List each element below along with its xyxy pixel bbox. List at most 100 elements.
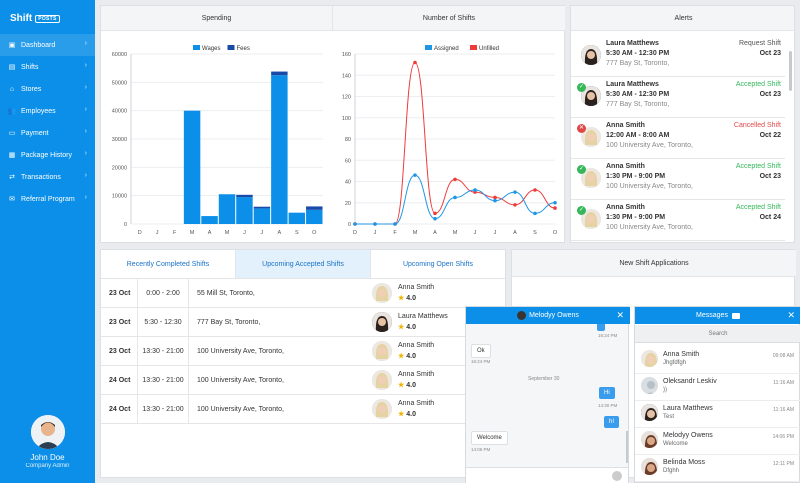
x-tick-label: A — [208, 230, 212, 236]
message-item[interactable]: Anna Smith Jhgfdfgh 09:08 AM — [635, 347, 800, 374]
messages-search-input[interactable]: Search — [635, 325, 800, 343]
sidebar-item-referral-program[interactable]: ✉ Referral Program › — [0, 188, 95, 210]
avatar — [372, 340, 392, 361]
sidebar-item-shifts[interactable]: ▤ Shifts › — [0, 56, 95, 78]
shift-time: 13:30 - 21:00 — [138, 365, 189, 395]
employee-rating: 4.0 — [406, 410, 416, 418]
message-item[interactable]: Belinda Moss Dfghh 12:11 PM — [635, 455, 800, 482]
bar[interactable] — [271, 71, 288, 76]
chat-scrollbar[interactable] — [626, 431, 628, 463]
data-point[interactable] — [453, 177, 457, 182]
send-icon[interactable] — [612, 471, 622, 481]
data-point[interactable] — [433, 211, 437, 216]
table-row[interactable]: 23 Oct 13:30 - 21:00 100 University Ave,… — [101, 336, 505, 366]
tab-upcoming-open-shifts[interactable]: Upcoming Open Shifts — [371, 250, 505, 278]
bar[interactable] — [183, 110, 201, 224]
alert-item[interactable]: ✓ Anna Smith 1:30 PM - 9:00 PM 100 Unive… — [571, 200, 785, 241]
bar[interactable] — [236, 197, 253, 224]
shift-employee[interactable]: Anna Smith ★ 4.0 — [364, 395, 474, 424]
x-tick-label: F — [173, 230, 177, 236]
avatar[interactable] — [30, 415, 65, 449]
data-point[interactable] — [513, 190, 517, 194]
sidebar-item-payment[interactable]: ▭ Payment › — [0, 122, 95, 144]
shift-employee[interactable]: Anna Smith ★ 4.0 — [364, 337, 474, 366]
tab-upcoming-accepted-shifts[interactable]: Upcoming Accepted Shifts — [236, 250, 371, 278]
shifts-chart-title: Number of Shifts — [333, 6, 565, 31]
chat-contact-name: Melodyy Owens — [529, 312, 579, 319]
table-row[interactable]: 23 Oct 5:30 - 12:30 777 Bay St, Toronto,… — [101, 307, 505, 337]
message-time: 14:30 PM — [598, 403, 618, 408]
alert-item[interactable]: ✓ Laura Matthews 5:30 AM - 12:30 PM 777 … — [571, 77, 785, 118]
close-icon[interactable]: ✕ — [616, 310, 624, 321]
payment-icon: ▭ — [8, 130, 16, 137]
data-point[interactable] — [533, 188, 537, 192]
table-row[interactable]: 24 Oct 13:30 - 21:00 100 University Ave,… — [101, 365, 505, 395]
alert-item[interactable]: ✓ Anna Smith 1:30 PM - 9:00 PM 100 Unive… — [571, 159, 785, 200]
data-point[interactable] — [533, 211, 537, 216]
data-point[interactable] — [553, 206, 557, 210]
data-point[interactable] — [473, 188, 477, 192]
user-profile[interactable]: John Doe Company Admin — [0, 415, 95, 469]
data-point[interactable] — [453, 195, 457, 200]
data-point[interactable] — [513, 203, 517, 207]
shift-date: 23 Oct — [101, 278, 138, 308]
brand-logo[interactable]: Shift POSTS — [10, 13, 60, 24]
legend-label: Assigned — [434, 46, 459, 52]
alert-status: Accepted Shift — [735, 81, 781, 88]
bar[interactable] — [253, 208, 271, 224]
alert-item[interactable]: Laura Matthews 5:30 AM - 12:30 PM 777 Ba… — [571, 36, 785, 77]
message-item[interactable]: Melodyy Owens Welcome 14:06 PM — [635, 428, 800, 455]
avatar — [372, 369, 392, 390]
chat-bubble-partial — [597, 324, 605, 331]
shift-employee[interactable]: Anna Smith ★ 4.0 — [364, 279, 474, 308]
bar[interactable] — [288, 212, 306, 224]
chevron-right-icon: › — [84, 106, 87, 113]
legend-swatch — [470, 45, 477, 50]
data-point[interactable] — [553, 200, 557, 205]
shift-employee[interactable]: Anna Smith ★ 4.0 — [364, 366, 474, 395]
bar[interactable] — [306, 209, 323, 224]
data-point[interactable] — [353, 222, 357, 226]
alerts-scrollbar[interactable] — [789, 51, 792, 91]
sidebar-item-dashboard[interactable]: ▣ Dashboard › — [0, 34, 95, 56]
spending-title: Spending — [101, 6, 333, 31]
chevron-right-icon: › — [84, 150, 87, 157]
referral-icon: ✉ — [9, 196, 15, 203]
tab-recently-completed-shifts[interactable]: Recently Completed Shifts — [101, 250, 236, 278]
sidebar-item-transactions[interactable]: ⇄ Transactions › — [0, 166, 95, 188]
data-point[interactable] — [493, 195, 497, 200]
x-tick-label: D — [353, 230, 357, 236]
data-point[interactable] — [413, 173, 417, 177]
alert-time: 12:00 AM - 8:00 AM — [606, 132, 670, 139]
bar[interactable] — [306, 206, 323, 210]
bar[interactable] — [253, 206, 271, 209]
sidebar-item-stores[interactable]: ⌂ Stores › — [0, 78, 95, 100]
sidebar-item-package-history[interactable]: ▦ Package History › — [0, 144, 95, 166]
bar[interactable] — [271, 75, 288, 224]
employee-name: Anna Smith — [398, 399, 435, 407]
close-icon[interactable]: ✕ — [787, 310, 795, 321]
brand-badge: POSTS — [35, 14, 60, 23]
data-point[interactable] — [433, 216, 437, 221]
bar[interactable] — [218, 194, 236, 224]
data-point[interactable] — [373, 222, 377, 226]
shift-employee[interactable]: Laura Matthews ★ 4.0 — [364, 308, 474, 337]
table-row[interactable]: 24 Oct 13:30 - 21:00 100 University Ave,… — [101, 394, 505, 424]
data-point[interactable] — [493, 198, 497, 203]
x-tick-label: O — [553, 230, 558, 236]
bar[interactable] — [236, 194, 253, 198]
chat-input[interactable] — [466, 467, 628, 483]
chevron-right-icon: › — [84, 84, 87, 91]
sidebar-item-employees[interactable]: 👥 Employees › — [0, 100, 95, 122]
alert-item[interactable]: ✕ Anna Smith 12:00 AM - 8:00 AM 100 Univ… — [571, 118, 785, 159]
message-item[interactable]: Laura Matthews Test 11:16 AM — [635, 401, 800, 428]
data-point[interactable] — [393, 222, 397, 226]
data-point[interactable] — [413, 60, 417, 65]
table-row[interactable]: 23 Oct 0:00 - 2:00 55 Mill St, Toronto, … — [101, 278, 505, 308]
alert-date: Oct 23 — [759, 50, 781, 57]
sidebar-item-label: Dashboard — [21, 41, 56, 49]
sidebar-item-label: Package History — [21, 151, 72, 159]
chevron-right-icon: › — [84, 194, 87, 201]
bar[interactable] — [201, 216, 218, 224]
message-item[interactable]: Oleksandr Leskiv )) 11:16 AM — [635, 374, 800, 401]
